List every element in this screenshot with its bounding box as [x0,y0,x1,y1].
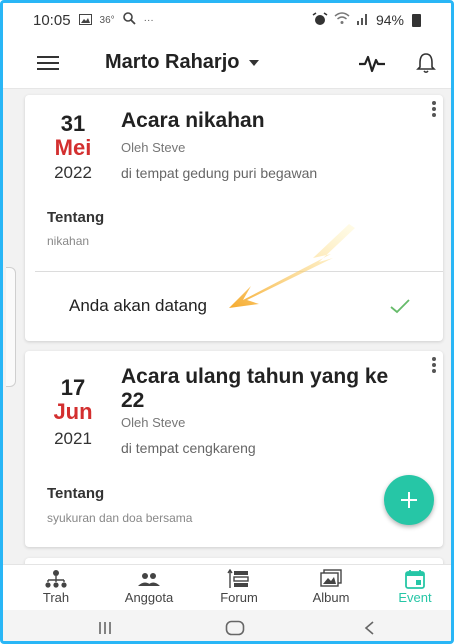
gallery-notification-icon [78,12,92,28]
nav-label: Forum [220,590,258,605]
event-location: di tempat cengkareng [121,440,256,456]
nav-item-anggota[interactable]: Anggota [109,569,189,605]
event-title: Acara ulang tahun yang ke 22 [121,365,389,412]
event-month: Jun [53,399,93,424]
nav-label: Event [398,590,432,605]
activity-pulse-icon[interactable] [358,51,386,75]
event-month: Mei [54,135,92,160]
about-text: nikahan [47,234,90,248]
recent-apps-icon[interactable] [97,620,113,636]
event-organizer: Oleh Steve [121,415,186,430]
nav-label: Anggota [124,590,174,605]
event-year: 2022 [54,163,92,182]
status-temperature: 36° [99,14,115,26]
wifi-icon [334,12,350,28]
more-options-icon[interactable] [431,101,437,119]
about-text: syukuran dan doa bersama [47,511,193,525]
annotation-arrow-icon [229,224,355,308]
event-title: Acara nikahan [121,109,265,132]
notification-bell-icon[interactable] [415,51,437,75]
status-time: 10:05 [33,11,71,29]
more-options-icon[interactable] [431,357,437,375]
app-bar: Marto Raharjo [3,37,451,89]
nav-item-forum[interactable]: Forum [199,569,279,605]
battery-percent: 94% [375,12,404,28]
add-event-button[interactable] [384,475,434,525]
event-organizer: Oleh Steve [121,140,186,155]
alarm-icon [312,11,328,29]
home-icon[interactable] [225,620,245,636]
dropdown-caret-icon [249,59,260,66]
status-bar: 10:05 36° ··· 94% [3,3,451,37]
system-navigation-bar [3,610,451,641]
members-icon [138,573,160,586]
side-drawer-handle[interactable] [6,267,16,387]
nav-item-event[interactable]: Event [375,569,451,605]
family-selector[interactable]: Marto Raharjo [105,51,260,74]
event-day: 17 [60,375,86,400]
about-label: Tentang [47,209,105,226]
nav-label: Album [312,590,350,605]
phone-screen: 10:05 36° ··· 94% Marto Raharjo 31 Mei 2… [0,0,454,644]
search-notification-icon [122,12,136,28]
battery-icon [412,13,421,27]
family-tree-icon [45,570,67,588]
plus-icon [401,492,417,508]
back-icon[interactable] [363,620,375,636]
about-label: Tentang [47,485,105,502]
nav-item-trah[interactable]: Trah [16,569,96,605]
event-year: 2021 [54,429,92,448]
hamburger-menu-icon[interactable] [37,56,59,70]
status-more-dots: ··· [143,14,154,26]
calendar-icon [405,570,425,589]
forum-icon [227,569,249,588]
nav-item-album[interactable]: Album [291,569,371,605]
attendance-status[interactable]: Anda akan datang [69,296,207,316]
signal-icon [356,12,370,28]
nav-label: Trah [42,590,70,605]
app-title: Marto Raharjo [105,51,240,73]
event-card[interactable]: 17 Jun 2021 Acara ulang tahun yang ke 22… [25,351,443,547]
album-icon [320,569,342,587]
bottom-navigation: Trah Anggota Forum Album Event [3,564,451,610]
event-day: 31 [60,111,86,136]
check-icon [390,299,410,314]
event-location: di tempat gedung puri begawan [121,165,318,181]
